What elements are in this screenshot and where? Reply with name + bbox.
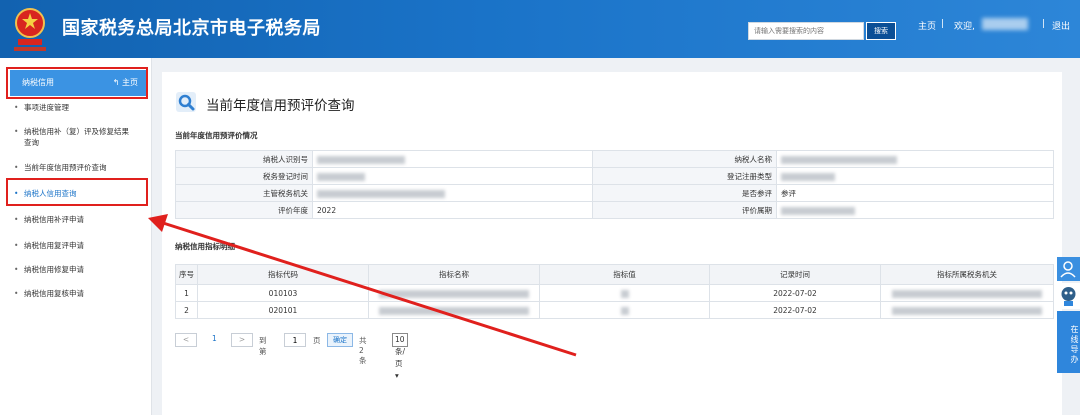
indicator-table: 序号 指标代码 指标名称 指标值 记录时间 指标所属税务机关 1 010103 … bbox=[175, 264, 1054, 319]
annotation-highlight-box bbox=[6, 178, 148, 206]
page-number-input[interactable] bbox=[284, 333, 306, 347]
national-emblem-icon bbox=[14, 8, 46, 51]
sidebar-item-progress[interactable]: 事项进度管理 bbox=[14, 102, 134, 113]
sidebar-item-supplement[interactable]: 纳税信用补评申请 bbox=[14, 214, 134, 225]
page-size-select[interactable]: 10 条/页 ▾ bbox=[392, 333, 409, 380]
current-page-number[interactable]: 1 bbox=[212, 334, 217, 343]
col-header-time: 记录时间 bbox=[709, 264, 881, 285]
col-header-code: 指标代码 bbox=[197, 264, 369, 285]
cell-no: 1 bbox=[175, 284, 198, 302]
sidebar-item-repair[interactable]: 纳税信用修复申请 bbox=[14, 264, 134, 275]
tax-authority-label: 主管税务机关 bbox=[175, 184, 313, 202]
total-count: 共 2 条 bbox=[359, 336, 367, 365]
chevron-down-icon: ▾ bbox=[395, 371, 399, 380]
cell-no: 2 bbox=[175, 301, 198, 319]
sidebar-item-pre-eval[interactable]: 当前年度信用预评价查询 bbox=[14, 162, 134, 173]
cell-value bbox=[539, 301, 710, 319]
search-button[interactable]: 搜索 bbox=[866, 22, 896, 40]
tax-authority-value bbox=[312, 184, 593, 202]
taxpayer-id-label: 纳税人识别号 bbox=[175, 150, 313, 168]
online-guide-button[interactable]: 在线导办 bbox=[1057, 311, 1080, 373]
sidebar: 纳税信用 ↰ 主页 事项进度管理 纳税信用补（复）评及修复结果查询 当前年度信用… bbox=[0, 58, 152, 415]
reg-type-value bbox=[776, 167, 1054, 185]
eval-period-label: 评价属期 bbox=[592, 201, 777, 219]
confirm-page-button[interactable]: 确定 bbox=[327, 333, 353, 347]
cell-authority bbox=[880, 284, 1054, 302]
table-header-row: 序号 指标代码 指标名称 指标值 记录时间 指标所属税务机关 bbox=[175, 264, 1054, 285]
user-service-button[interactable] bbox=[1057, 257, 1080, 281]
user-icon bbox=[1060, 261, 1076, 278]
sidebar-item-review[interactable]: 纳税信用复核申请 bbox=[14, 288, 134, 299]
robot-icon bbox=[1061, 287, 1076, 306]
nav-divider: | bbox=[1042, 19, 1046, 29]
table-row: 2 020101 2022-07-02 bbox=[175, 301, 1054, 319]
participate-label: 是否参评 bbox=[592, 184, 777, 202]
cell-time: 2022-07-02 bbox=[709, 284, 881, 302]
eval-year-label: 评价年度 bbox=[175, 201, 313, 219]
col-header-name: 指标名称 bbox=[368, 264, 540, 285]
search-input[interactable] bbox=[748, 22, 864, 40]
robot-assistant-button[interactable] bbox=[1057, 283, 1080, 309]
participate-value: 参评 bbox=[776, 184, 1054, 202]
page-unit-label: 页 bbox=[313, 336, 321, 345]
nav-home-link[interactable]: 主页 bbox=[918, 19, 936, 32]
sidebar-item-re-eval[interactable]: 纳税信用复评申请 bbox=[14, 240, 134, 251]
col-header-authority: 指标所属税务机关 bbox=[880, 264, 1054, 285]
cell-authority bbox=[880, 301, 1054, 319]
cell-name bbox=[368, 301, 540, 319]
credit-info-table: 纳税人识别号 纳税人名称 税务登记时间 登记注册类型 主管税务机关 是否参评 参… bbox=[175, 150, 1054, 219]
section-title-detail: 纳税信用指标明细 bbox=[175, 242, 235, 251]
cell-code: 010103 bbox=[197, 284, 369, 302]
reg-type-label: 登记注册类型 bbox=[592, 167, 777, 185]
top-header: 国家税务总局北京市电子税务局 搜索 主页 | 欢迎, | 退出 bbox=[0, 0, 1080, 58]
col-header-no: 序号 bbox=[175, 264, 198, 285]
reg-time-value bbox=[312, 167, 593, 185]
taxpayer-id-value bbox=[312, 150, 593, 168]
annotation-highlight-box bbox=[6, 67, 148, 99]
floating-toolbar: 在线导办 bbox=[1057, 257, 1080, 373]
col-header-value: 指标值 bbox=[539, 264, 710, 285]
reg-time-label: 税务登记时间 bbox=[175, 167, 313, 185]
user-name-redacted bbox=[982, 18, 1028, 30]
cell-value bbox=[539, 284, 710, 302]
next-page-button[interactable]: > bbox=[231, 333, 253, 347]
prev-page-button[interactable]: < bbox=[175, 333, 197, 347]
eval-period-value bbox=[776, 201, 1054, 219]
search-icon bbox=[176, 92, 196, 112]
nav-divider: | bbox=[941, 19, 945, 29]
nav-welcome-text: 欢迎, bbox=[954, 22, 975, 32]
cell-code: 020101 bbox=[197, 301, 369, 319]
section-title-eval: 当前年度信用预评价情况 bbox=[175, 131, 258, 140]
table-row: 1 010103 2022-07-02 bbox=[175, 284, 1054, 302]
goto-label: 到第 bbox=[259, 336, 267, 356]
taxpayer-name-value bbox=[776, 150, 1054, 168]
main-panel bbox=[162, 72, 1062, 415]
cell-time: 2022-07-02 bbox=[709, 301, 881, 319]
taxpayer-name-label: 纳税人名称 bbox=[592, 150, 777, 168]
eval-year-value: 2022 bbox=[312, 201, 593, 219]
site-title: 国家税务总局北京市电子税务局 bbox=[62, 18, 321, 39]
logout-link[interactable]: 退出 bbox=[1052, 19, 1070, 32]
cell-name bbox=[368, 284, 540, 302]
page-title: 当前年度信用预评价查询 bbox=[206, 98, 355, 114]
sidebar-item-result-query[interactable]: 纳税信用补（复）评及修复结果查询 bbox=[14, 126, 134, 148]
